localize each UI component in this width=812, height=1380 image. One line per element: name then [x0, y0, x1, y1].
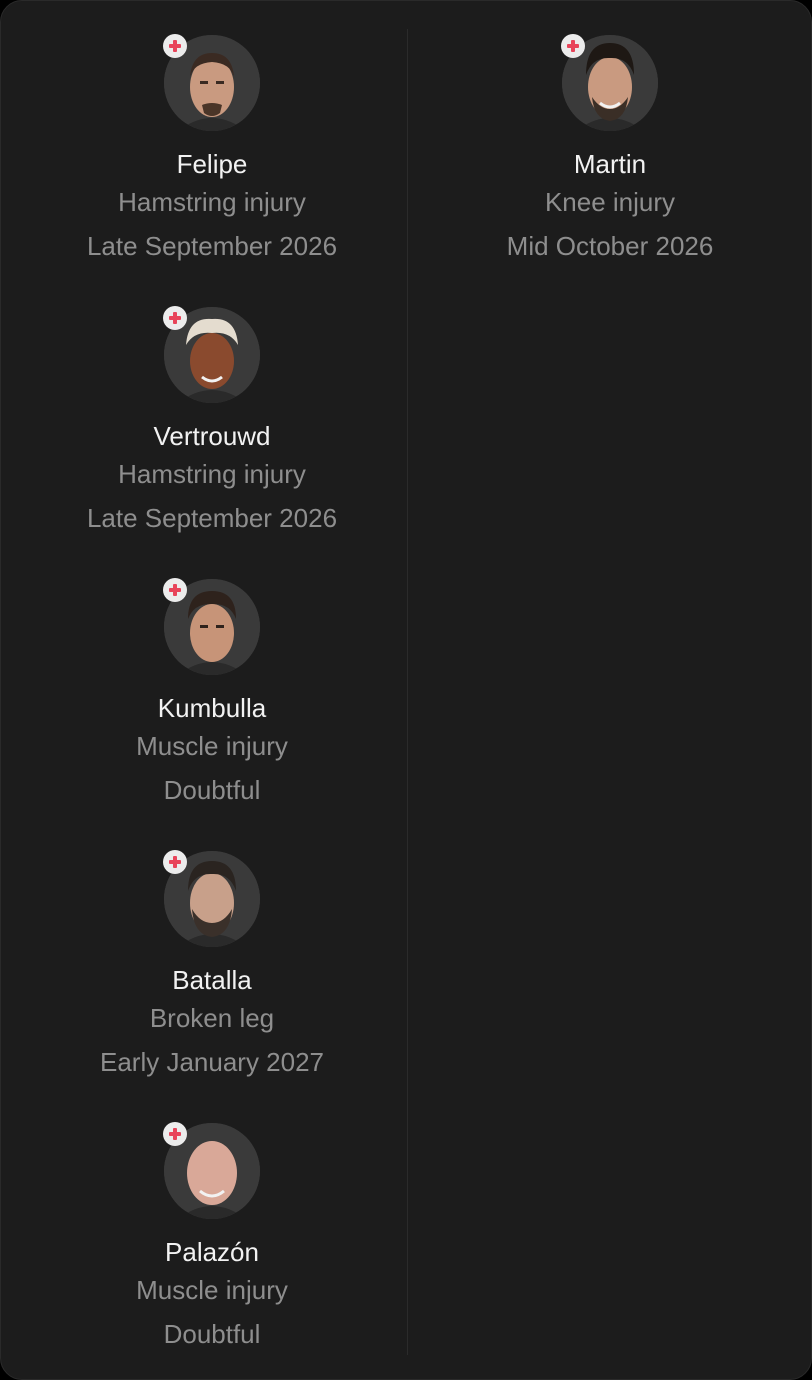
player-item[interactable]: Vertrouwd Hamstring injury Late Septembe… [9, 306, 415, 579]
player-name: Kumbulla [157, 693, 267, 723]
player-item[interactable]: Martin Knee injury Mid October 2026 [407, 34, 811, 307]
injury-type: Hamstring injury [118, 187, 306, 217]
injury-type: Muscle injury [136, 1275, 288, 1305]
injury-type: Knee injury [544, 187, 676, 217]
player-name: Vertrouwd [153, 421, 271, 451]
injury-badge-icon [163, 306, 187, 330]
player-item[interactable]: Kumbulla Muscle injury Doubtful [9, 578, 415, 851]
player-name: Felipe [176, 149, 248, 179]
expected-return: Late September 2026 [86, 503, 338, 533]
expected-return: Early January 2027 [99, 1047, 325, 1077]
player-name: Martin [573, 149, 647, 179]
injury-column-right: Martin Knee injury Mid October 2026 [407, 34, 811, 307]
injury-type: Broken leg [149, 1003, 275, 1033]
injury-type: Muscle injury [136, 731, 288, 761]
injury-badge-icon [163, 1122, 187, 1146]
expected-return: Doubtful [163, 1319, 261, 1349]
injury-badge-icon [561, 34, 585, 58]
injury-type: Hamstring injury [118, 459, 306, 489]
expected-return: Late September 2026 [86, 231, 338, 261]
player-item[interactable]: Felipe Hamstring injury Late September 2… [9, 34, 415, 307]
player-name: Batalla [172, 965, 252, 995]
expected-return: Doubtful [163, 775, 261, 805]
injuries-card: Felipe Hamstring injury Late September 2… [0, 0, 812, 1380]
injury-badge-icon [163, 34, 187, 58]
injury-column-left: Felipe Hamstring injury Late September 2… [9, 34, 415, 1379]
player-item[interactable]: Batalla Broken leg Early January 2027 [9, 850, 415, 1123]
player-name: Palazón [165, 1237, 259, 1267]
expected-return: Mid October 2026 [506, 231, 714, 261]
player-item[interactable]: Palazón Muscle injury Doubtful [9, 1122, 415, 1379]
injury-badge-icon [163, 578, 187, 602]
injury-badge-icon [163, 850, 187, 874]
